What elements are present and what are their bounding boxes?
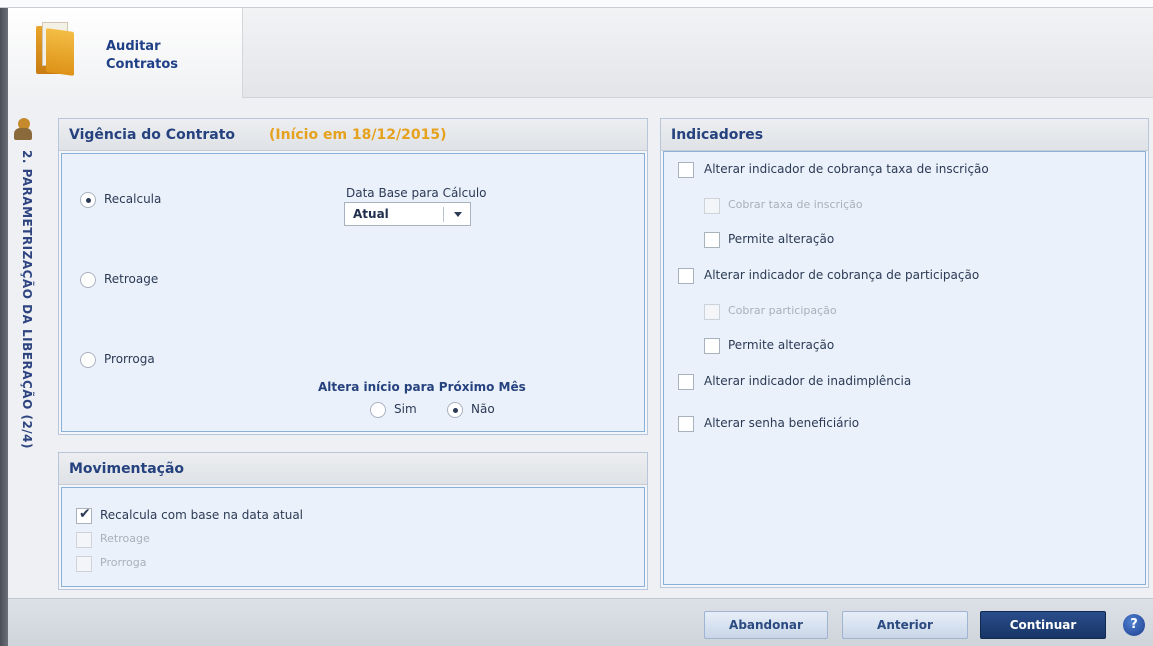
checkbox-recalcula-data-atual[interactable] [76,506,92,524]
window-top-edge [0,0,1153,8]
checkbox-cobrar-participacao[interactable] [704,304,720,320]
vigencia-body: Recalcula Retroage Prorroga Data Base pa… [61,153,645,432]
checkbox-senha-beneficiario[interactable] [678,416,694,432]
radio-nao-label: Não [471,402,495,416]
checkbox-prorroga-label: Prorroga [100,556,147,569]
chevron-down-icon[interactable] [454,212,462,217]
indicador-taxa-inscricao-label: Alterar indicador de cobrança taxa de in… [704,162,989,176]
cobrar-participacao-label: Cobrar participação [728,304,837,317]
checkbox-indicador-taxa-inscricao[interactable] [678,162,694,178]
vigencia-start-date: (Início em 18/12/2015) [269,127,447,143]
movimentacao-title: Movimentação [69,461,185,477]
permite-alteracao-participacao-label: Permite alteração [728,338,835,352]
folder-icon [36,22,74,76]
app-title: Auditar Contratos [106,39,179,72]
radio-prorroga[interactable] [80,352,96,368]
indicadores-title: Indicadores [671,127,764,143]
indicadores-body: Alterar indicador de cobrança taxa de in… [663,151,1146,585]
cobrar-taxa-inscricao-label: Cobrar taxa de inscrição [728,198,863,211]
radio-recalcula-label: Recalcula [104,192,162,206]
data-base-value: Atual [353,207,389,221]
permite-alteracao-taxa-label: Permite alteração [728,232,835,246]
checkbox-cobrar-taxa-inscricao[interactable] [704,198,720,214]
abandonar-button[interactable]: Abandonar [704,611,828,639]
continuar-button[interactable]: Continuar [980,611,1106,639]
checkbox-permite-alteracao-participacao[interactable] [704,338,720,354]
users-icon [12,118,34,142]
vigencia-panel: Vigência do Contrato (Início em 18/12/20… [58,118,648,435]
checkbox-indicador-participacao[interactable] [678,268,694,284]
checkbox-recalcula-label: Recalcula com base na data atual [100,508,304,522]
movimentacao-header: Movimentação [59,453,647,485]
radio-nao[interactable] [447,402,463,418]
proximo-mes-label: Altera início para Próximo Mês [318,380,526,394]
indicador-inadimplencia-label: Alterar indicador de inadimplência [704,374,912,388]
data-base-label: Data Base para Cálculo [346,186,487,200]
radio-recalcula[interactable] [80,192,96,208]
step-label: 2. PARAMETRIZAÇÃO DA LIBERAÇÃO (2/4) [20,150,34,450]
vigencia-header: Vigência do Contrato (Início em 18/12/20… [59,119,647,151]
window-left-edge [0,8,8,646]
anterior-button[interactable]: Anterior [842,611,968,639]
radio-retroage[interactable] [80,272,96,288]
header: Auditar Contratos [8,8,1153,98]
senha-beneficiario-label: Alterar senha beneficiário [704,416,860,430]
radio-sim[interactable] [370,402,386,418]
radio-prorroga-label: Prorroga [104,352,155,366]
data-base-select[interactable]: Atual [344,202,471,226]
checkbox-retroage-label: Retroage [100,532,150,545]
indicador-participacao-label: Alterar indicador de cobrança de partici… [704,268,980,282]
side-step-strip: 2. PARAMETRIZAÇÃO DA LIBERAÇÃO (2/4) [8,110,48,590]
radio-sim-label: Sim [394,402,417,416]
indicadores-panel: Indicadores Alterar indicador de cobranç… [660,118,1149,588]
help-icon[interactable]: ? [1123,614,1145,636]
checkbox-prorroga[interactable] [76,556,92,572]
app-window: Auditar Contratos 2. PARAMETRIZAÇÃO DA L… [0,0,1153,646]
checkbox-retroage[interactable] [76,532,92,548]
movimentacao-body: Recalcula com base na data atual Retroag… [61,487,645,587]
footer-bar: Abandonar Anterior Continuar ? [8,598,1153,646]
movimentacao-panel: Movimentação Recalcula com base na data … [58,452,648,590]
header-tab[interactable]: Auditar Contratos [8,8,243,98]
checkbox-permite-alteracao-taxa[interactable] [704,232,720,248]
vigencia-title: Vigência do Contrato [69,127,236,143]
select-separator [443,207,444,222]
radio-retroage-label: Retroage [104,272,159,286]
indicadores-header: Indicadores [661,119,1148,151]
checkbox-indicador-inadimplencia[interactable] [678,374,694,390]
